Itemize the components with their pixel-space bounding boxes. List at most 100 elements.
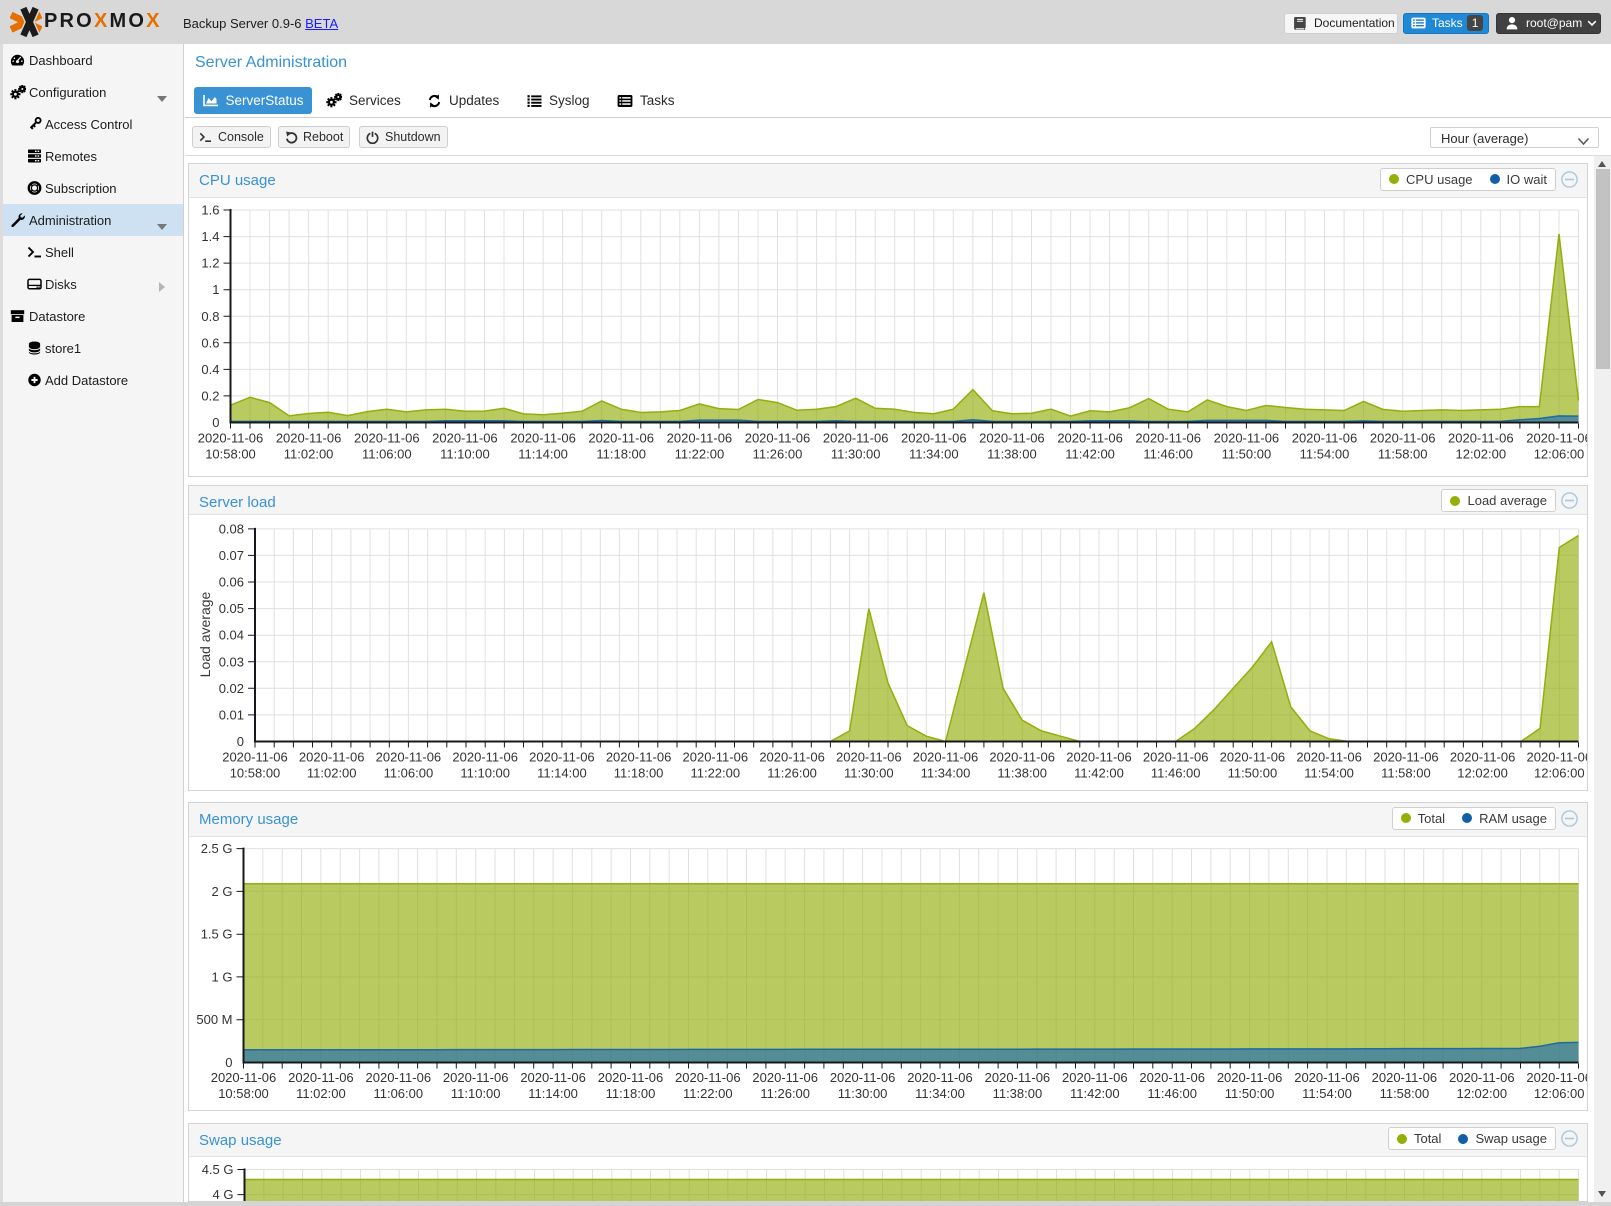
svg-text:0.01: 0.01 — [219, 707, 244, 722]
svg-text:0.03: 0.03 — [219, 654, 244, 669]
svg-text:2020-11-06: 2020-11-06 — [1372, 1070, 1438, 1085]
svg-text:2020-11-06: 2020-11-06 — [745, 430, 811, 445]
svg-text:0.07: 0.07 — [219, 547, 244, 562]
svg-text:11:26:00: 11:26:00 — [760, 1086, 810, 1101]
svg-text:2020-11-06: 2020-11-06 — [907, 1070, 973, 1085]
svg-text:11:58:00: 11:58:00 — [1380, 1086, 1430, 1101]
svg-text:11:30:00: 11:30:00 — [838, 1086, 888, 1101]
svg-text:2020-11-06: 2020-11-06 — [1296, 749, 1362, 764]
svg-text:2020-11-06: 2020-11-06 — [759, 749, 825, 764]
svg-text:2020-11-06: 2020-11-06 — [598, 1070, 664, 1085]
svg-text:2020-11-06: 2020-11-06 — [1292, 430, 1358, 445]
svg-text:11:54:00: 11:54:00 — [1304, 765, 1354, 780]
svg-text:2020-11-06: 2020-11-06 — [985, 1070, 1051, 1085]
svg-text:1 G: 1 G — [212, 969, 233, 984]
svg-text:0.06: 0.06 — [219, 574, 244, 589]
svg-text:12:02:00: 12:02:00 — [1456, 1086, 1507, 1101]
svg-text:11:26:00: 11:26:00 — [753, 446, 803, 461]
svg-text:2020-11-06: 2020-11-06 — [222, 749, 288, 764]
svg-text:11:54:00: 11:54:00 — [1300, 446, 1350, 461]
svg-text:2020-11-06: 2020-11-06 — [443, 1070, 509, 1085]
svg-text:2020-11-06: 2020-11-06 — [376, 749, 442, 764]
svg-text:2020-11-06: 2020-11-06 — [1062, 1070, 1128, 1085]
svg-text:2020-11-06: 2020-11-06 — [683, 749, 749, 764]
svg-text:2020-11-06: 2020-11-06 — [588, 430, 654, 445]
svg-text:11:34:00: 11:34:00 — [921, 765, 971, 780]
svg-text:2.5 G: 2.5 G — [201, 841, 233, 856]
svg-text:2020-11-06: 2020-11-06 — [1135, 430, 1201, 445]
svg-text:11:50:00: 11:50:00 — [1222, 446, 1272, 461]
svg-text:2020-11-06: 2020-11-06 — [1066, 749, 1132, 764]
svg-text:11:18:00: 11:18:00 — [596, 446, 646, 461]
svg-text:12:06:00: 12:06:00 — [1534, 1086, 1585, 1101]
svg-text:2020-11-06: 2020-11-06 — [366, 1070, 432, 1085]
svg-text:2020-11-06: 2020-11-06 — [1526, 1070, 1587, 1085]
svg-text:2020-11-06: 2020-11-06 — [299, 749, 365, 764]
svg-text:11:58:00: 11:58:00 — [1378, 446, 1428, 461]
svg-text:2020-11-06: 2020-11-06 — [1057, 430, 1123, 445]
svg-text:0.4: 0.4 — [201, 361, 219, 376]
svg-text:2020-11-06: 2020-11-06 — [667, 430, 733, 445]
svg-text:Load average: Load average — [197, 591, 213, 677]
svg-text:1.4: 1.4 — [201, 229, 219, 244]
svg-text:1.5 G: 1.5 G — [201, 927, 233, 942]
svg-text:2020-11-06: 2020-11-06 — [1450, 749, 1516, 764]
svg-text:0: 0 — [212, 415, 219, 430]
svg-text:11:34:00: 11:34:00 — [915, 1086, 965, 1101]
svg-text:11:22:00: 11:22:00 — [683, 1086, 733, 1101]
svg-text:12:02:00: 12:02:00 — [1455, 446, 1506, 461]
svg-text:12:06:00: 12:06:00 — [1534, 765, 1585, 780]
svg-text:2020-11-06: 2020-11-06 — [211, 1070, 277, 1085]
svg-text:2020-11-06: 2020-11-06 — [1220, 749, 1286, 764]
svg-text:2020-11-06: 2020-11-06 — [1370, 430, 1436, 445]
svg-text:11:06:00: 11:06:00 — [373, 1086, 423, 1101]
svg-text:2020-11-06: 2020-11-06 — [288, 1070, 354, 1085]
svg-text:2020-11-06: 2020-11-06 — [1373, 749, 1439, 764]
svg-text:11:46:00: 11:46:00 — [1143, 446, 1193, 461]
svg-text:0: 0 — [237, 734, 244, 749]
svg-text:11:34:00: 11:34:00 — [909, 446, 959, 461]
svg-text:2020-11-06: 2020-11-06 — [1448, 430, 1514, 445]
svg-text:2020-11-06: 2020-11-06 — [675, 1070, 741, 1085]
svg-text:11:30:00: 11:30:00 — [831, 446, 881, 461]
svg-text:2020-11-06: 2020-11-06 — [1139, 1070, 1205, 1085]
svg-text:2020-11-06: 2020-11-06 — [354, 430, 420, 445]
svg-text:11:46:00: 11:46:00 — [1151, 765, 1201, 780]
svg-text:11:02:00: 11:02:00 — [296, 1086, 346, 1101]
svg-text:2020-11-06: 2020-11-06 — [830, 1070, 896, 1085]
svg-text:0.02: 0.02 — [219, 680, 244, 695]
svg-text:11:02:00: 11:02:00 — [284, 446, 334, 461]
svg-text:2 G: 2 G — [212, 884, 233, 899]
svg-text:500 M: 500 M — [196, 1012, 232, 1027]
svg-text:11:22:00: 11:22:00 — [690, 765, 740, 780]
svg-text:11:18:00: 11:18:00 — [606, 1086, 656, 1101]
svg-text:11:38:00: 11:38:00 — [993, 1086, 1043, 1101]
svg-text:2020-11-06: 2020-11-06 — [432, 430, 498, 445]
svg-text:11:50:00: 11:50:00 — [1228, 765, 1278, 780]
svg-text:2020-11-06: 2020-11-06 — [1526, 430, 1587, 445]
svg-text:11:22:00: 11:22:00 — [675, 446, 725, 461]
svg-text:2020-11-06: 2020-11-06 — [606, 749, 672, 764]
svg-text:11:14:00: 11:14:00 — [537, 765, 587, 780]
svg-text:11:10:00: 11:10:00 — [460, 765, 510, 780]
svg-text:2020-11-06: 2020-11-06 — [1449, 1070, 1515, 1085]
svg-text:2020-11-06: 2020-11-06 — [752, 1070, 818, 1085]
svg-text:2020-11-06: 2020-11-06 — [520, 1070, 586, 1085]
svg-text:11:46:00: 11:46:00 — [1147, 1086, 1197, 1101]
svg-text:11:42:00: 11:42:00 — [1070, 1086, 1120, 1101]
svg-text:10:58:00: 10:58:00 — [230, 765, 281, 780]
svg-text:2020-11-06: 2020-11-06 — [1143, 749, 1209, 764]
svg-text:0.8: 0.8 — [201, 308, 219, 323]
svg-text:10:58:00: 10:58:00 — [205, 446, 256, 461]
svg-text:1.6: 1.6 — [201, 202, 219, 217]
svg-text:12:06:00: 12:06:00 — [1534, 446, 1585, 461]
svg-text:0.08: 0.08 — [219, 521, 244, 536]
svg-text:2020-11-06: 2020-11-06 — [1294, 1070, 1360, 1085]
svg-text:0: 0 — [225, 1055, 232, 1070]
svg-text:10:58:00: 10:58:00 — [218, 1086, 269, 1101]
svg-text:11:06:00: 11:06:00 — [384, 765, 434, 780]
svg-text:11:54:00: 11:54:00 — [1302, 1086, 1352, 1101]
svg-text:11:50:00: 11:50:00 — [1225, 1086, 1275, 1101]
svg-text:4 G: 4 G — [213, 1187, 234, 1202]
svg-text:0.04: 0.04 — [219, 627, 244, 642]
